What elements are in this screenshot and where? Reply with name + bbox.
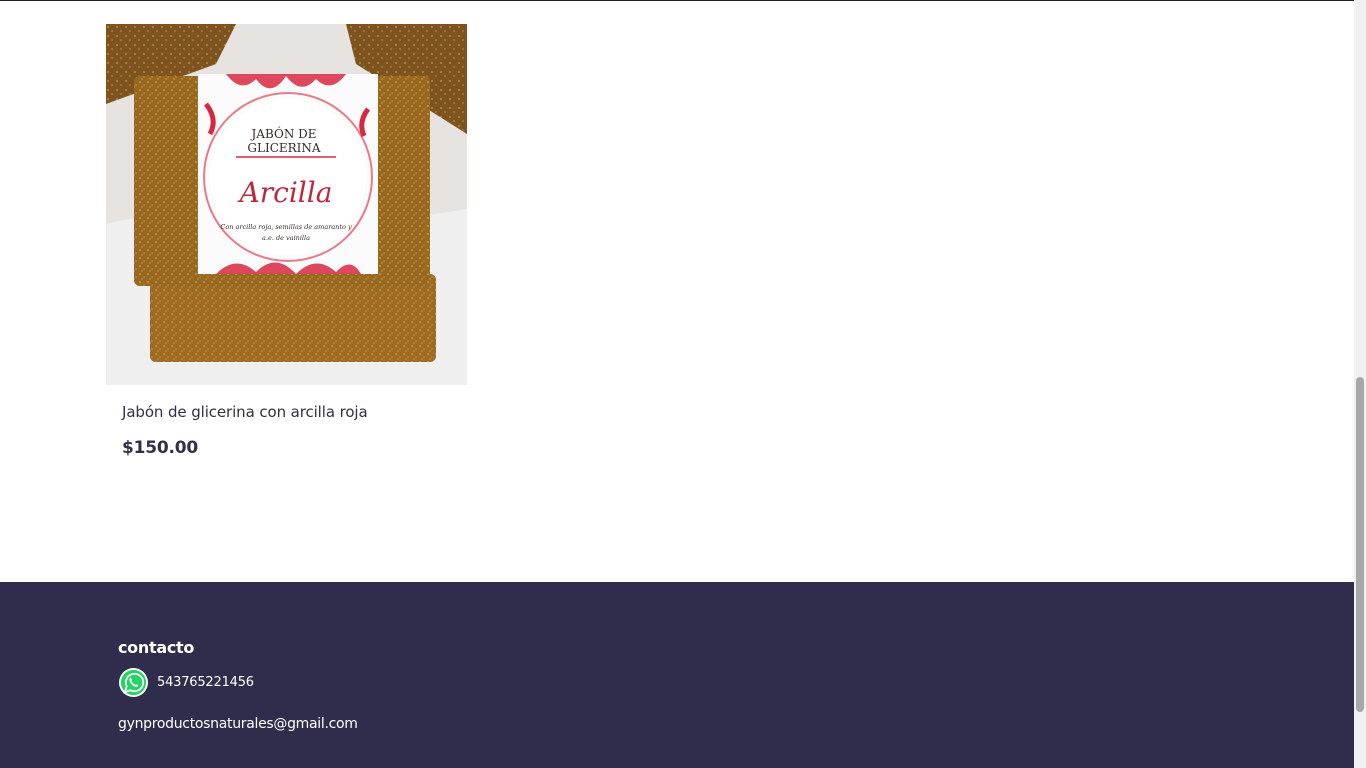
whatsapp-icon[interactable]	[118, 667, 149, 698]
email-address[interactable]: gynproductosnaturales@gmail.com	[118, 716, 358, 732]
label-line-1: JABÓN DE	[249, 125, 316, 141]
footer: contacto 543765221456 gynproductosnatura…	[0, 582, 1354, 768]
page: JABÓN DE GLICERINA Arcilla Con arcilla r…	[0, 0, 1354, 768]
label-script: Arcilla	[237, 176, 333, 209]
label-line-2: GLICERINA	[247, 141, 321, 155]
product-name[interactable]: Jabón de glicerina con arcilla roja	[122, 403, 462, 421]
scrollbar-thumb[interactable]	[1356, 377, 1364, 712]
footer-title: contacto	[118, 638, 195, 657]
product-card[interactable]: JABÓN DE GLICERINA Arcilla Con arcilla r…	[106, 24, 467, 458]
label-desc-1: Con arcilla roja, semillas de amaranto y	[220, 223, 352, 231]
scrollbar[interactable]	[1354, 0, 1366, 768]
product-image[interactable]: JABÓN DE GLICERINA Arcilla Con arcilla r…	[106, 24, 467, 385]
label-desc-2: a.e. de vainilla	[262, 234, 310, 242]
product-price: $150.00	[122, 438, 199, 458]
header-divider	[0, 0, 1354, 1]
phone-number[interactable]: 543765221456	[157, 675, 254, 690]
phone-contact[interactable]: 543765221456	[118, 666, 254, 698]
